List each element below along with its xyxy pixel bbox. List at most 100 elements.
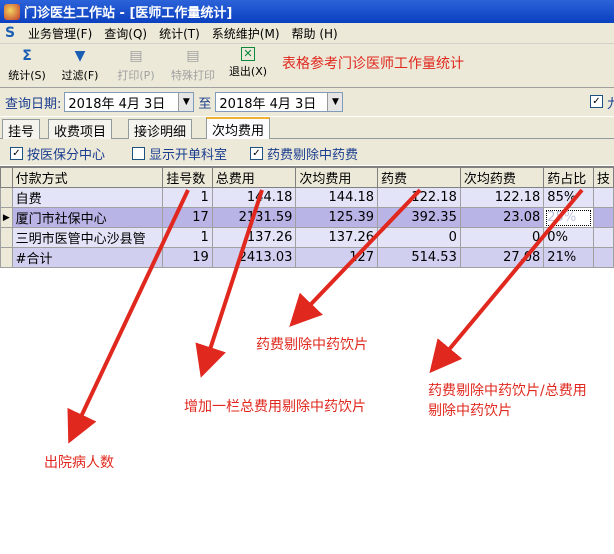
data-grid: 付款方式 挂号数 总费用 次均费用 药费 次均药费 药占比 技 自费 1 144…: [0, 166, 614, 554]
exit-icon: ✕: [241, 47, 255, 61]
annotation-ratio-line1: 药费剔除中药饮片/总费用: [428, 383, 587, 399]
start-date-picker[interactable]: 2018年 4月 3日 ▼: [64, 92, 195, 112]
cell-payment-method[interactable]: 自费: [11, 187, 164, 208]
cell-payment-method[interactable]: #合计: [11, 247, 164, 268]
cell-registrations[interactable]: 19: [162, 247, 213, 268]
annotation-exclude-herbal: 药费剔除中药饮片: [256, 337, 368, 353]
to-label: 至: [198, 96, 212, 112]
filter-button[interactable]: ▼ 过滤(F): [58, 47, 102, 85]
exit-button-label: 退出(X): [228, 65, 268, 78]
toolbar: Σ 统计(S) ▼ 过滤(F) ▤ 打印(P) ▤ 特殊打印 ✕ 退出(X) 表…: [0, 44, 614, 88]
cell-drug-cost[interactable]: 0: [377, 227, 461, 248]
cell-drug-cost[interactable]: 514.53: [377, 247, 461, 268]
menu-bar: S 业务管理(F) 查询(Q) 统计(T) 系统维护(M) 帮助 (H): [0, 23, 614, 44]
cell-registrations[interactable]: 1: [162, 227, 213, 248]
special-print-button[interactable]: ▤ 特殊打印: [166, 47, 220, 85]
insurance-center-checkbox[interactable]: ✓: [10, 147, 23, 160]
annotation-ratio-line2: 剔除中药饮片: [428, 403, 512, 419]
show-dept-option[interactable]: 显示开单科室: [132, 144, 227, 163]
end-date-picker[interactable]: 2018年 4月 3日 ▼: [215, 92, 344, 112]
extra-checkbox[interactable]: ✓: [590, 95, 603, 108]
insurance-center-label: 按医保分中心: [27, 148, 106, 163]
cell-avg-drug-cost[interactable]: 0: [459, 227, 545, 248]
exclude-herbal-label: 药费剔除中药费: [267, 148, 359, 163]
extra-option-label: 九: [607, 97, 614, 112]
tab-visit-details[interactable]: 接诊明细: [128, 119, 193, 140]
cell-payment-method[interactable]: 厦门市社保中心: [11, 207, 164, 228]
col-avg-cost[interactable]: 次均费用: [295, 167, 379, 188]
filter-button-label: 过滤(F): [61, 69, 99, 82]
cell-drug-ratio-focused[interactable]: 25%: [543, 207, 594, 228]
cell-drug-ratio[interactable]: 85%: [543, 187, 594, 208]
stats-button[interactable]: Σ 统计(S): [6, 47, 48, 85]
table-header-row: 付款方式 挂号数 总费用 次均费用 药费 次均药费 药占比 技: [0, 167, 614, 188]
tab-registration[interactable]: 挂号: [2, 119, 41, 140]
current-row-arrow-icon: ▶: [0, 207, 13, 228]
chevron-down-icon[interactable]: ▼: [178, 93, 194, 111]
tab-average-cost[interactable]: 次均费用: [206, 117, 271, 139]
insurance-center-option[interactable]: ✓ 按医保分中心: [10, 144, 105, 163]
annotation-discharged: 出院病人数: [44, 455, 114, 471]
cell-avg-cost[interactable]: 137.26: [295, 227, 379, 248]
cell-extra[interactable]: [592, 227, 614, 248]
col-payment-method[interactable]: 付款方式: [11, 167, 164, 188]
cell-total-cost[interactable]: 137.26: [211, 227, 297, 248]
query-date-label: 查询日期:: [5, 96, 62, 112]
funnel-icon: ▼: [74, 48, 86, 64]
cell-total-cost[interactable]: 2413.03: [211, 247, 297, 268]
tab-charge-items[interactable]: 收费项目: [48, 119, 113, 140]
cell-drug-ratio[interactable]: 0%: [543, 227, 594, 248]
cell-registrations[interactable]: 17: [162, 207, 213, 228]
cell-extra[interactable]: [592, 207, 614, 228]
cell-avg-cost[interactable]: 127: [295, 247, 379, 268]
col-registrations[interactable]: 挂号数: [162, 167, 213, 188]
menu-help[interactable]: 帮助 (H): [286, 25, 344, 42]
cell-registrations[interactable]: 1: [162, 187, 213, 208]
row-indicator: [0, 227, 13, 248]
col-total-cost[interactable]: 总费用: [211, 167, 297, 188]
exclude-herbal-option[interactable]: ✓ 药费剔除中药费: [250, 144, 358, 163]
menu-system[interactable]: 系统维护(M): [206, 25, 286, 42]
printer-icon: ▤: [129, 48, 143, 64]
cell-drug-ratio[interactable]: 21%: [543, 247, 594, 268]
row-indicator: [0, 187, 13, 208]
cell-extra[interactable]: [592, 247, 614, 268]
option-bar: ✓ 按医保分中心 显示开单科室 ✓ 药费剔除中药费: [0, 139, 614, 165]
cell-total-cost[interactable]: 2131.59: [211, 207, 297, 228]
exit-button[interactable]: ✕ 退出(X): [226, 47, 270, 85]
table-row[interactable]: #合计 19 2413.03 127 514.53 27.08 21%: [0, 247, 614, 268]
table-row[interactable]: ▶ 厦门市社保中心 17 2131.59 125.39 392.35 23.08…: [0, 207, 614, 228]
exclude-herbal-checkbox[interactable]: ✓: [250, 147, 263, 160]
cell-avg-drug-cost[interactable]: 122.18: [459, 187, 545, 208]
menu-query[interactable]: 查询(Q): [98, 25, 153, 42]
row-indicator: [0, 247, 13, 268]
menu-business[interactable]: 业务管理(F): [22, 25, 98, 42]
start-date-value: 2018年 4月 3日: [68, 96, 166, 112]
cell-total-cost[interactable]: 144.18: [211, 187, 297, 208]
app-icon: [4, 3, 20, 20]
menu-logo-icon: S: [4, 25, 16, 41]
cell-avg-cost[interactable]: 144.18: [295, 187, 379, 208]
cell-payment-method[interactable]: 三明市医管中心沙县管: [11, 227, 164, 248]
print-button[interactable]: ▤ 打印(P): [114, 47, 158, 85]
average-cost-table: 付款方式 挂号数 总费用 次均费用 药费 次均药费 药占比 技 自费 1 144…: [0, 167, 614, 268]
show-dept-checkbox[interactable]: [132, 147, 145, 160]
table-row[interactable]: 三明市医管中心沙县管 1 137.26 137.26 0 0 0%: [0, 227, 614, 248]
show-dept-label: 显示开单科室: [149, 148, 228, 163]
title-bar: 门诊医生工作站 - [医师工作量统计]: [0, 0, 614, 23]
col-drug-cost[interactable]: 药费: [377, 167, 461, 188]
cell-drug-cost[interactable]: 392.35: [377, 207, 461, 228]
window-title: 门诊医生工作站 - [医师工作量统计]: [24, 6, 233, 21]
annotation-add-total-column: 增加一栏总费用剔除中药饮片: [184, 399, 366, 415]
cell-avg-drug-cost[interactable]: 23.08: [459, 207, 545, 228]
col-extra[interactable]: 技: [592, 167, 614, 188]
chevron-down-icon[interactable]: ▼: [327, 93, 343, 111]
col-avg-drug-cost[interactable]: 次均药费: [459, 167, 545, 188]
cell-avg-cost[interactable]: 125.39: [295, 207, 379, 228]
table-row[interactable]: 自费 1 144.18 144.18 122.18 122.18 85%: [0, 187, 614, 208]
col-drug-ratio[interactable]: 药占比: [543, 167, 594, 188]
cell-extra[interactable]: [592, 187, 614, 208]
cell-avg-drug-cost[interactable]: 27.08: [459, 247, 545, 268]
cell-drug-cost[interactable]: 122.18: [377, 187, 461, 208]
menu-stats[interactable]: 统计(T): [153, 25, 206, 42]
